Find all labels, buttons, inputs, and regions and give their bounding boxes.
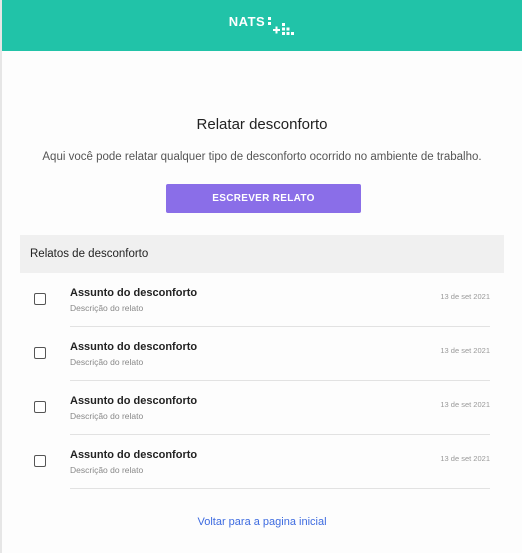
report-description: Descrição do relato xyxy=(70,303,144,313)
list-item[interactable]: Assunto do desconforto Descrição do rela… xyxy=(20,273,504,327)
report-subject: Assunto do desconforto xyxy=(70,395,198,407)
reports-list: Assunto do desconforto Descrição do rela… xyxy=(20,273,504,489)
report-checkbox[interactable] xyxy=(34,455,46,467)
report-checkbox[interactable] xyxy=(34,401,46,413)
report-date: 13 de set 2021 xyxy=(440,292,490,301)
report-subject: Assunto do desconforto xyxy=(70,449,198,461)
list-item[interactable]: Assunto do desconforto Descrição do rela… xyxy=(20,381,504,435)
list-item[interactable]: Assunto do desconforto Descrição do rela… xyxy=(20,327,504,381)
top-bar: NATS xyxy=(2,0,522,51)
report-description: Descrição do relato xyxy=(70,465,144,475)
page: NATS Relatar desconforto Aqui você pode … xyxy=(0,0,522,553)
report-description: Descrição do relato xyxy=(70,411,144,421)
divider xyxy=(70,488,490,489)
logo-text: NATS xyxy=(228,14,266,29)
report-checkbox[interactable] xyxy=(34,293,46,305)
back-to-home-link[interactable]: Voltar para a pagina inicial xyxy=(2,516,522,528)
report-checkbox[interactable] xyxy=(34,347,46,359)
reports-section-header: Relatos de desconforto xyxy=(20,235,504,273)
list-item[interactable]: Assunto do desconforto Descrição do rela… xyxy=(20,435,504,489)
write-report-button[interactable]: ESCREVER RELATO xyxy=(166,184,361,213)
report-description: Descrição do relato xyxy=(70,357,144,367)
report-date: 13 de set 2021 xyxy=(440,454,490,463)
report-date: 13 de set 2021 xyxy=(440,346,490,355)
page-title: Relatar desconforto xyxy=(196,116,328,133)
page-subtitle: Aqui você pode relatar qualquer tipo de … xyxy=(42,151,482,163)
report-subject: Assunto do desconforto xyxy=(70,341,198,353)
report-subject: Assunto do desconforto xyxy=(70,287,198,299)
report-date: 13 de set 2021 xyxy=(440,400,490,409)
logo-dots-icon xyxy=(268,16,295,35)
logo[interactable]: NATS xyxy=(229,11,295,41)
